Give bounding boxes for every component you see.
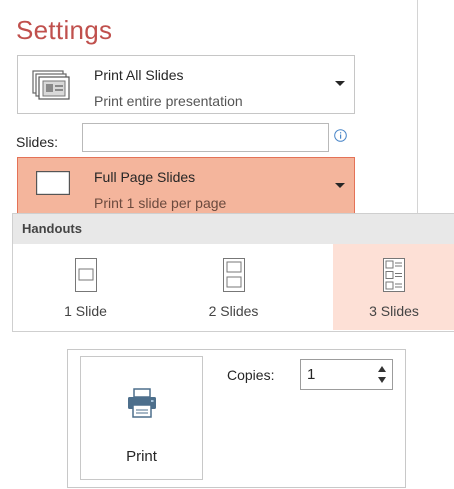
handout-option-label: 1 Slide: [64, 303, 107, 319]
settings-panel: Settings Print All Slides Print entire p…: [12, 0, 418, 214]
print-button[interactable]: Print: [80, 356, 203, 480]
spin-down-icon[interactable]: [378, 377, 386, 383]
copies-stepper[interactable]: 1: [300, 359, 393, 390]
print-button-label: Print: [126, 448, 157, 465]
spin-up-icon[interactable]: [378, 366, 386, 372]
handout-option-label: 2 Slides: [208, 303, 259, 319]
slides-label: Slides:: [16, 134, 59, 150]
handout-option-label: 3 Slides: [369, 303, 419, 319]
full-page-slide-icon: [36, 171, 70, 195]
printer-icon: [128, 388, 156, 418]
info-icon[interactable]: [334, 129, 347, 142]
handouts-header: Handouts: [13, 214, 454, 244]
slide-layout-title: Full Page Slides: [94, 169, 196, 185]
three-slides-handout-icon: [383, 258, 405, 292]
slides-input[interactable]: [82, 123, 329, 152]
print-panel: Print Copies: 1: [67, 349, 406, 488]
slides-stack-icon: [32, 70, 72, 102]
handout-option-3-slides[interactable]: 3 Slides: [333, 244, 454, 330]
handouts-flyout: Handouts 1 Slide 2 Slides 3 Slides: [12, 213, 454, 332]
chevron-down-icon[interactable]: [335, 81, 345, 86]
one-slide-handout-icon: [74, 258, 97, 292]
copies-value: 1: [307, 366, 316, 383]
print-range-dropdown[interactable]: Print All Slides Print entire presentati…: [17, 55, 355, 114]
two-slides-handout-icon: [222, 258, 245, 292]
slide-layout-subtitle: Print 1 slide per page: [94, 195, 227, 211]
slide-layout-dropdown[interactable]: Full Page Slides Print 1 slide per page: [17, 157, 355, 214]
print-range-subtitle: Print entire presentation: [94, 93, 243, 109]
handouts-header-label: Handouts: [22, 221, 82, 236]
settings-title: Settings: [16, 15, 113, 45]
handout-option-2-slides[interactable]: 2 Slides: [161, 244, 306, 330]
handout-option-1-slide[interactable]: 1 Slide: [13, 244, 158, 330]
print-range-title: Print All Slides: [94, 67, 184, 83]
chevron-down-icon[interactable]: [335, 183, 345, 188]
copies-label: Copies:: [227, 367, 275, 383]
